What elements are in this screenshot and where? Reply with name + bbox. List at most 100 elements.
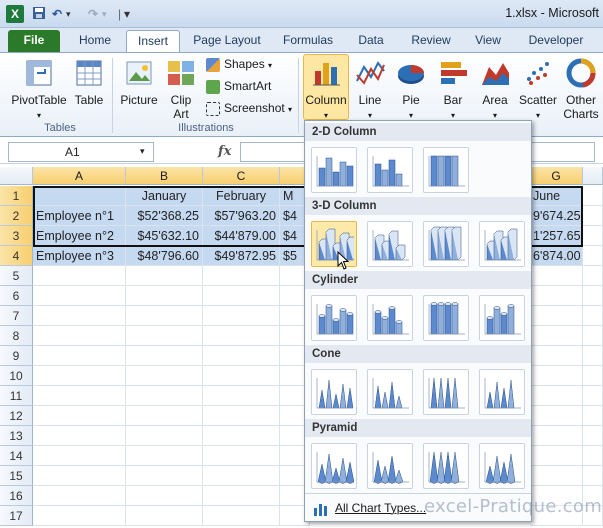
tab-view[interactable]: View [466,30,510,52]
empty-cell[interactable] [33,486,126,506]
row-header-2[interactable]: 2 [0,206,33,226]
empty-cell[interactable] [530,266,583,286]
empty-cell[interactable] [33,326,126,346]
chart-option-3d-stacked-column[interactable] [367,221,413,267]
chart-option-100-stacked-pyramid[interactable] [423,443,469,489]
empty-cell[interactable] [583,326,603,346]
empty-cell[interactable] [583,406,603,426]
empty-cell[interactable] [126,286,203,306]
empty-cell[interactable] [33,306,126,326]
tab-review[interactable]: Review [404,30,458,52]
clip-art-button[interactable]: Clip Art [164,57,198,121]
column-header-a[interactable]: A [33,167,126,185]
row-header-17[interactable]: 17 [0,506,33,526]
shapes-button[interactable]: Shapes ▾ [206,55,272,73]
empty-cell[interactable] [203,506,280,526]
empty-cell[interactable] [530,286,583,306]
chart-option-3d-cylinder[interactable] [479,295,525,341]
line-chart-button[interactable]: Line ▾ [354,57,386,123]
chart-option-stacked-cone[interactable] [367,369,413,415]
column-header-h[interactable] [583,167,603,185]
row-header-6[interactable]: 6 [0,286,33,306]
empty-cell[interactable] [126,446,203,466]
cell-g4[interactable]: 6'874.00 [530,246,583,266]
empty-cell[interactable] [126,266,203,286]
empty-cell[interactable] [203,366,280,386]
empty-cell[interactable] [126,386,203,406]
pivottable-button[interactable]: PivotTable ▾ [8,57,70,123]
empty-cell[interactable] [203,486,280,506]
empty-cell[interactable] [203,306,280,326]
empty-cell[interactable] [203,286,280,306]
cell-a4[interactable]: Employee n°3 [33,246,126,266]
empty-cell[interactable] [530,406,583,426]
empty-cell[interactable] [530,466,583,486]
row-header-1[interactable]: 1 [0,186,33,206]
empty-cell[interactable] [33,446,126,466]
row-header-7[interactable]: 7 [0,306,33,326]
row-header-10[interactable]: 10 [0,366,33,386]
chart-option-3d-cone[interactable] [479,369,525,415]
chart-option-100-stacked-column[interactable] [423,147,469,193]
chart-option-100-stacked-cone[interactable] [423,369,469,415]
empty-cell[interactable] [126,366,203,386]
row-header-9[interactable]: 9 [0,346,33,366]
empty-cell[interactable] [126,346,203,366]
row-header-4[interactable]: 4 [0,246,33,266]
empty-cell[interactable] [33,346,126,366]
picture-button[interactable]: Picture [118,57,160,107]
empty-cell[interactable] [126,426,203,446]
redo-dropdown-icon[interactable]: ▾ [102,6,107,22]
row-header-11[interactable]: 11 [0,386,33,406]
chart-option-clustered-cylinder[interactable] [311,295,357,341]
bar-chart-button[interactable]: Bar ▾ [436,57,470,123]
name-box[interactable]: A1 [8,142,154,162]
tab-formulas[interactable]: Formulas [276,30,340,52]
smartart-button[interactable]: SmartArt [206,77,271,95]
cell-c4[interactable]: $49'872.95 [203,246,280,266]
area-chart-button[interactable]: Area ▾ [478,57,512,123]
empty-cell[interactable] [126,466,203,486]
row-header-13[interactable]: 13 [0,426,33,446]
empty-cell[interactable] [583,306,603,326]
empty-cell[interactable] [583,346,603,366]
empty-cell[interactable] [126,326,203,346]
empty-cell[interactable] [583,366,603,386]
chart-option-clustered-pyramid[interactable] [311,443,357,489]
row-header-16[interactable]: 16 [0,486,33,506]
empty-cell[interactable] [126,486,203,506]
empty-cell[interactable] [583,266,603,286]
empty-cell[interactable] [530,306,583,326]
row-header-3[interactable]: 3 [0,226,33,246]
empty-cell[interactable] [203,446,280,466]
chart-option-3d-column[interactable] [479,221,525,267]
row-header-8[interactable]: 8 [0,326,33,346]
empty-cell[interactable] [530,346,583,366]
empty-cell[interactable] [33,266,126,286]
empty-cell[interactable] [203,326,280,346]
empty-cell[interactable] [583,446,603,466]
empty-cell[interactable] [583,206,603,226]
chart-option-3d-100-stacked-column[interactable] [423,221,469,267]
undo-dropdown-icon[interactable]: ▾ [66,6,71,22]
empty-cell[interactable] [583,386,603,406]
row-header-14[interactable]: 14 [0,446,33,466]
column-header-b[interactable]: B [126,167,203,185]
empty-cell[interactable] [203,266,280,286]
redo-icon[interactable]: ↷ [88,6,98,22]
empty-cell[interactable] [203,466,280,486]
undo-icon[interactable]: ↶ [52,6,62,22]
tab-developer[interactable]: Developer [520,30,592,52]
customize-qat-icon[interactable]: ▾ [124,6,130,22]
name-box-dropdown-icon[interactable]: ▾ [140,146,145,157]
empty-cell[interactable] [530,366,583,386]
tab-home[interactable]: Home [70,30,120,52]
chart-option-stacked-pyramid[interactable] [367,443,413,489]
empty-cell[interactable] [530,326,583,346]
tab-page-layout[interactable]: Page Layout [186,30,268,52]
chart-option-100-stacked-cylinder[interactable] [423,295,469,341]
chart-option-3d-pyramid[interactable] [479,443,525,489]
empty-cell[interactable] [203,346,280,366]
empty-cell[interactable] [583,246,603,266]
empty-cell[interactable] [126,406,203,426]
